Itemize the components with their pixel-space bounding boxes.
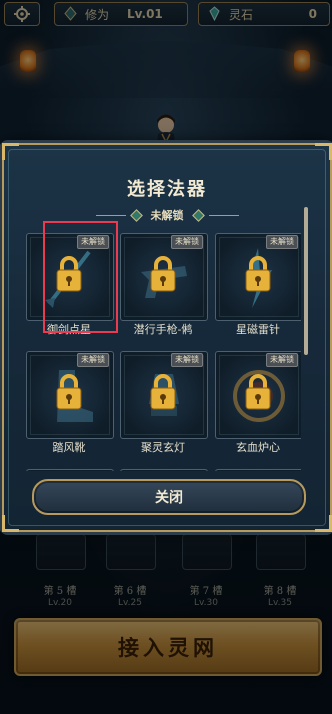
artifact-grid: 未解锁 御剑点星 未解锁 潜行手枪-鸺 未解锁 星磁雷针 未解锁 踏风靴 未解锁… xyxy=(26,233,301,471)
artifact-name: 星磁雷针 xyxy=(236,323,280,336)
corner-ornament xyxy=(2,515,19,532)
locked-badge: 未解锁 xyxy=(266,235,298,249)
diamond-icon xyxy=(129,208,143,222)
artifact-card[interactable]: 未解锁 踏风靴 xyxy=(26,351,114,459)
artifact-card[interactable]: 未解锁 星磁雷针 xyxy=(215,233,301,341)
padlock-icon xyxy=(150,374,176,410)
locked-badge: 未解锁 xyxy=(171,353,203,367)
diamond-icon xyxy=(191,208,205,222)
artifact-card[interactable]: 未解锁 玄血炉心 xyxy=(215,351,301,459)
locked-badge: 未解锁 xyxy=(171,235,203,249)
padlock-icon xyxy=(56,374,82,410)
scrollbar[interactable] xyxy=(304,207,308,355)
corner-ornament xyxy=(2,143,19,160)
artifact-name: 聚灵玄灯 xyxy=(141,441,185,454)
artifact-card[interactable]: 未解锁 xyxy=(215,469,301,471)
divider xyxy=(208,214,239,216)
corner-ornament xyxy=(315,143,332,160)
locked-badge: 未解锁 xyxy=(77,353,109,367)
divider xyxy=(95,214,126,216)
artifact-name: 踏风靴 xyxy=(52,441,86,454)
artifact-card[interactable]: 未解锁 xyxy=(26,469,114,471)
padlock-icon xyxy=(150,256,176,292)
artifact-name: 潜行手枪-鸺 xyxy=(133,323,193,336)
artifact-name: 御剑点星 xyxy=(47,323,91,336)
dialog-title: 选择法器 xyxy=(127,179,207,200)
artifact-card[interactable]: 未解锁 xyxy=(120,469,208,471)
select-artifact-dialog: 选择法器 未解锁 未解锁 御剑点星 未解锁 潜行手枪-鸺 未解锁 星磁雷针 未解… xyxy=(2,143,332,532)
padlock-icon xyxy=(56,256,82,292)
section-label: 未解锁 xyxy=(150,209,184,222)
artifact-card[interactable]: 未解锁 潜行手枪-鸺 xyxy=(120,233,208,341)
artifact-card[interactable]: 未解锁 御剑点星 xyxy=(26,233,114,341)
artifact-name: 玄血炉心 xyxy=(236,441,280,454)
artifact-card[interactable]: 未解锁 聚灵玄灯 xyxy=(120,351,208,459)
locked-badge: 未解锁 xyxy=(266,353,298,367)
close-button[interactable]: 关闭 xyxy=(32,479,306,515)
padlock-icon xyxy=(245,256,271,292)
locked-badge: 未解锁 xyxy=(77,235,109,249)
corner-ornament xyxy=(315,515,332,532)
section-header: 未解锁 xyxy=(4,207,330,223)
padlock-icon xyxy=(245,374,271,410)
